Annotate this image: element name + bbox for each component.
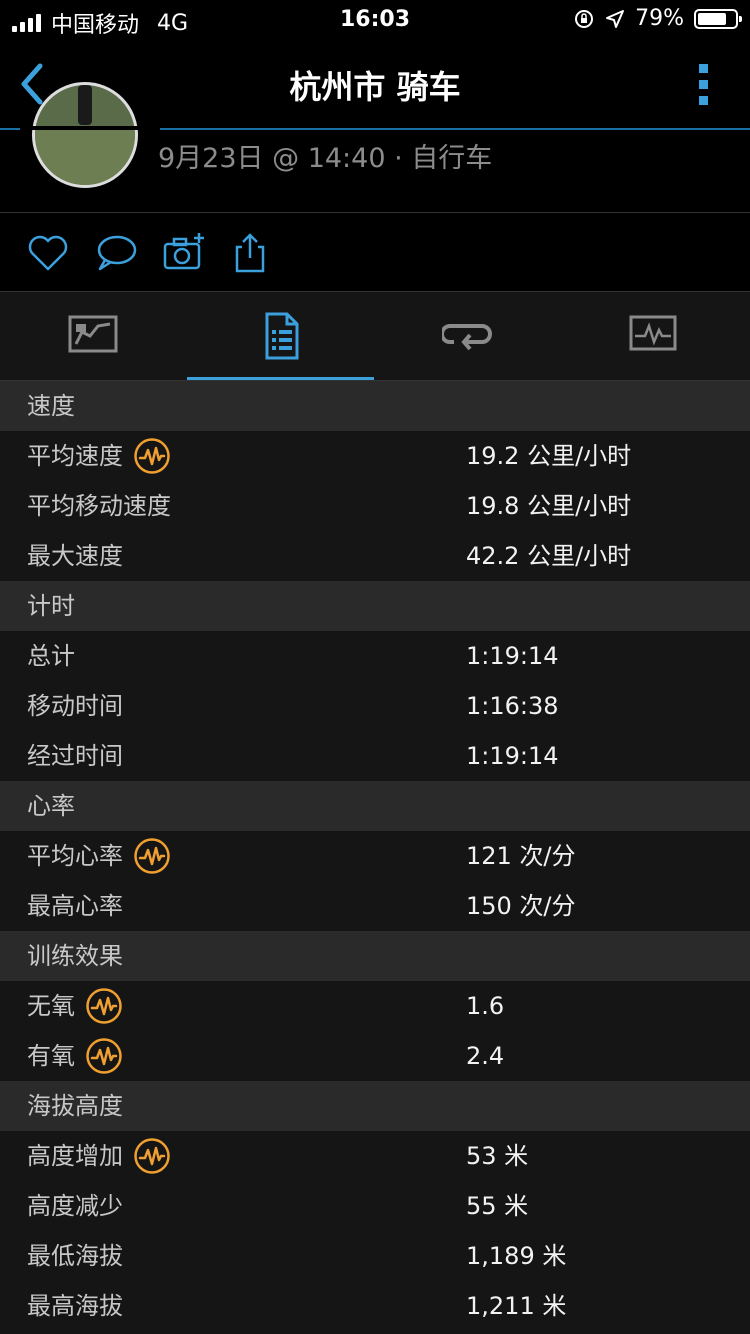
stat-row: 总计 1:19:14 <box>0 631 750 681</box>
stat-value: 55 米 <box>466 1192 529 1220</box>
share-icon[interactable] <box>228 231 272 275</box>
stat-value: 1,211 米 <box>466 1292 567 1320</box>
stat-value: 121 次/分 <box>466 842 576 870</box>
document-list-icon <box>265 312 299 360</box>
section-header: 计时 <box>0 581 750 631</box>
stat-label: 经过时间 <box>27 742 123 770</box>
stat-row: 经过时间 1:19:14 <box>0 731 750 781</box>
section-header: 速度 <box>0 381 750 431</box>
stat-value: 1:16:38 <box>466 692 559 720</box>
stat-value: 53 米 <box>466 1142 529 1170</box>
stat-label: 最高心率 <box>27 892 123 920</box>
stat-row: 高度增加 53 米 <box>0 1131 750 1181</box>
stat-row: 平均心率 121 次/分 <box>0 831 750 881</box>
stat-label: 平均移动速度 <box>27 492 171 520</box>
stat-label: 有氧 <box>27 1042 75 1070</box>
tab-stats[interactable] <box>187 292 374 380</box>
orientation-lock-icon <box>575 9 594 28</box>
stat-value: 19.8 公里/小时 <box>466 492 632 520</box>
heart-rate-badge-icon <box>86 988 122 1024</box>
stat-row: 移动时间 1:16:38 <box>0 681 750 731</box>
status-right: 79% <box>573 6 742 31</box>
battery-icon <box>694 8 742 29</box>
section-header: 海拔高度 <box>0 1081 750 1131</box>
stat-label: 平均心率 <box>27 842 123 870</box>
heart-rate-badge-icon <box>86 1038 122 1074</box>
stat-row: 高度减少 55 米 <box>0 1181 750 1231</box>
stat-value: 42.2 公里/小时 <box>466 542 632 570</box>
stat-row: 无氧 1.6 <box>0 981 750 1031</box>
more-options-icon[interactable] <box>698 62 710 108</box>
stat-value: 19.2 公里/小时 <box>466 442 632 470</box>
stat-value: 1,189 米 <box>466 1242 567 1270</box>
stat-label: 最低海拔 <box>27 1242 123 1270</box>
section-header: 心率 <box>0 781 750 831</box>
map-icon <box>68 315 118 353</box>
comment-bubble-icon[interactable] <box>94 231 138 275</box>
stat-value: 1:19:14 <box>466 742 559 770</box>
tab-map[interactable] <box>0 292 187 380</box>
battery-percent: 79% <box>635 6 684 31</box>
like-heart-icon[interactable] <box>26 231 70 275</box>
stat-row: 平均移动速度 19.8 公里/小时 <box>0 481 750 531</box>
activity-meta: 9月23日 @ 14:40 · 自行车 <box>158 143 493 174</box>
stat-value: 1:19:14 <box>466 642 559 670</box>
stat-row: 有氧 2.4 <box>0 1031 750 1081</box>
tab-charts[interactable] <box>561 292 748 380</box>
tab-laps[interactable] <box>374 292 561 380</box>
section-header: 训练效果 <box>0 931 750 981</box>
stats-list: 速度平均速度 19.2 公里/小时平均移动速度 19.8 公里/小时最大速度 42.2… <box>0 381 750 1331</box>
avatar-clip <box>20 126 160 130</box>
stat-row: 最高海拔 1,211 米 <box>0 1281 750 1331</box>
avatar[interactable] <box>32 82 138 188</box>
chart-pulse-icon <box>629 315 677 351</box>
stat-value: 2.4 <box>466 1042 505 1070</box>
stat-label: 总计 <box>27 642 75 670</box>
action-bar <box>0 213 750 292</box>
heart-rate-badge-icon <box>134 438 170 474</box>
stat-label: 无氧 <box>27 992 75 1020</box>
stat-label: 移动时间 <box>27 692 123 720</box>
stat-label: 高度增加 <box>27 1142 123 1170</box>
stat-label: 平均速度 <box>27 442 123 470</box>
heart-rate-badge-icon <box>134 1138 170 1174</box>
stat-row: 最低海拔 1,189 米 <box>0 1231 750 1281</box>
location-icon <box>606 9 625 28</box>
loop-arrows-icon <box>442 324 492 351</box>
stat-label: 最高海拔 <box>27 1292 123 1320</box>
stat-value: 150 次/分 <box>466 892 576 920</box>
stat-label: 最大速度 <box>27 542 123 570</box>
stat-label: 高度减少 <box>27 1192 123 1220</box>
activity-header: 9月23日 @ 14:40 · 自行车 <box>0 82 750 213</box>
stat-row: 平均速度 19.2 公里/小时 <box>0 431 750 481</box>
activity-tabs <box>0 292 750 381</box>
stat-row: 最高心率 150 次/分 <box>0 881 750 931</box>
heart-rate-badge-icon <box>134 838 170 874</box>
stat-row: 最大速度 42.2 公里/小时 <box>0 531 750 581</box>
add-photo-camera-icon[interactable] <box>162 231 206 275</box>
status-bar: 中国移动 4G 16:03 79% <box>0 0 750 40</box>
stat-value: 1.6 <box>466 992 505 1020</box>
